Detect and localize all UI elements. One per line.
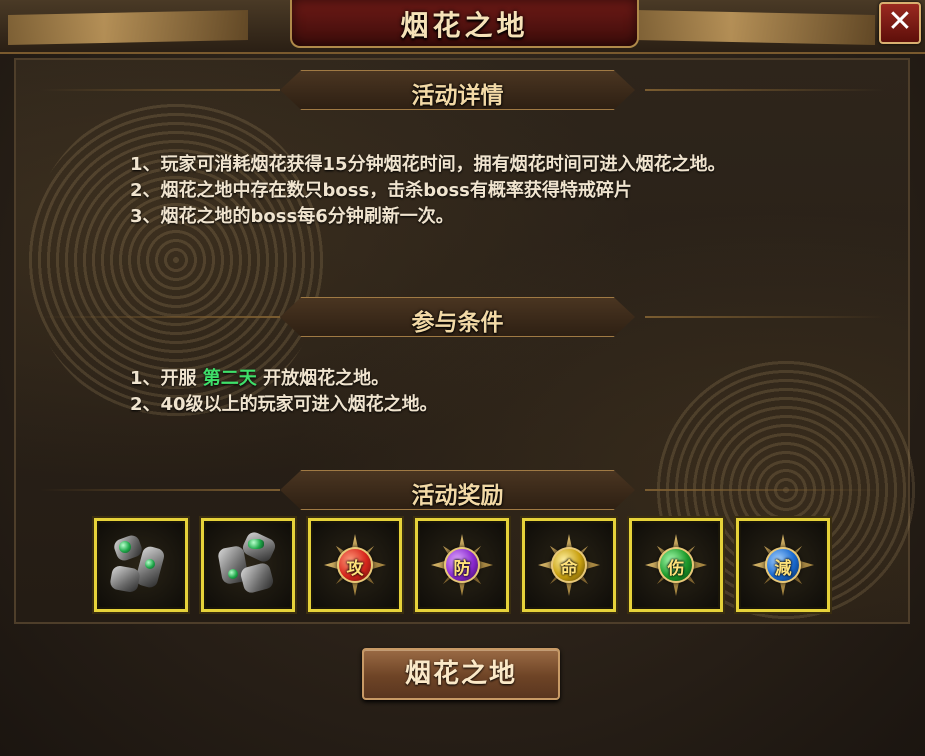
reward-slot[interactable]: 伤 [629,518,723,612]
divider-line [40,489,280,491]
defense-glyph: 防 [453,559,471,579]
window-title: 烟花之地 [400,9,529,42]
life-emblem-icon: 命 [536,532,602,598]
dragon-ornament-right-icon [635,10,875,45]
conditions-line-1: 1、开服 第二天 开放烟花之地。 [130,366,438,392]
reward-slot[interactable]: 防 [415,518,509,612]
reward-slot[interactable]: 命 [522,518,616,612]
reward-slot[interactable]: 攻 [308,518,402,612]
attack-emblem-icon: 攻 [322,532,388,598]
section-details-title: 活动详情 [411,83,504,109]
reduce-emblem-icon: 減 [750,532,816,598]
reward-list: 攻 防 命 伤 減 [94,518,830,612]
divider-line [645,316,885,318]
reward-slot[interactable] [201,518,295,612]
dragon-ornament-left-icon [8,10,248,45]
details-line-1: 1、玩家可消耗烟花获得15分钟烟花时间，拥有烟花时间可进入烟花之地。 [130,154,726,175]
armor-fragment-1-icon [109,533,173,597]
section-rewards-header: 活动奖励 [0,468,925,512]
enter-fireworks-land-button[interactable]: 烟花之地 [362,648,560,700]
open-day-highlight: 第二天 [202,368,257,389]
damage-emblem-icon: 伤 [643,532,709,598]
reward-slot[interactable] [94,518,188,612]
conditions-line-2: 2、40级以上的玩家可进入烟花之地。 [130,394,438,415]
title-plaque: 烟花之地 [290,0,639,48]
divider-line [40,89,280,91]
details-line-3: 3、烟花之地的boss每6分钟刷新一次。 [130,206,454,227]
divider-line [645,89,885,91]
damage-glyph: 伤 [667,559,685,579]
event-window: 烟花之地 ✕ 活动详情 1、玩家可消耗烟花获得15分钟烟花时间，拥有烟花时间可进… [0,0,925,756]
details-text: 1、玩家可消耗烟花获得15分钟烟花时间，拥有烟花时间可进入烟花之地。 2、烟花之… [130,152,726,230]
conditions-line-1-prefix: 1、开服 [130,368,203,389]
section-rewards-title: 活动奖励 [411,483,504,509]
title-bar: 烟花之地 ✕ [0,0,925,54]
section-conditions-header: 参与条件 [0,295,925,339]
section-details-header: 活动详情 [0,68,925,112]
life-glyph: 命 [560,559,578,579]
divider-line [40,316,280,318]
defense-emblem-icon: 防 [429,532,495,598]
reduce-glyph: 減 [774,559,792,579]
conditions-line-1-suffix: 开放烟花之地。 [256,368,390,389]
conditions-text: 1、开服 第二天 开放烟花之地。 2、40级以上的玩家可进入烟花之地。 [130,366,438,418]
armor-fragment-2-icon [216,529,280,597]
close-button[interactable]: ✕ [879,2,921,44]
section-conditions-title: 参与条件 [411,310,504,336]
divider-line [645,489,885,491]
attack-glyph: 攻 [346,559,364,579]
reward-slot[interactable]: 減 [736,518,830,612]
details-line-2: 2、烟花之地中存在数只boss，击杀boss有概率获得特戒碎片 [130,180,632,201]
